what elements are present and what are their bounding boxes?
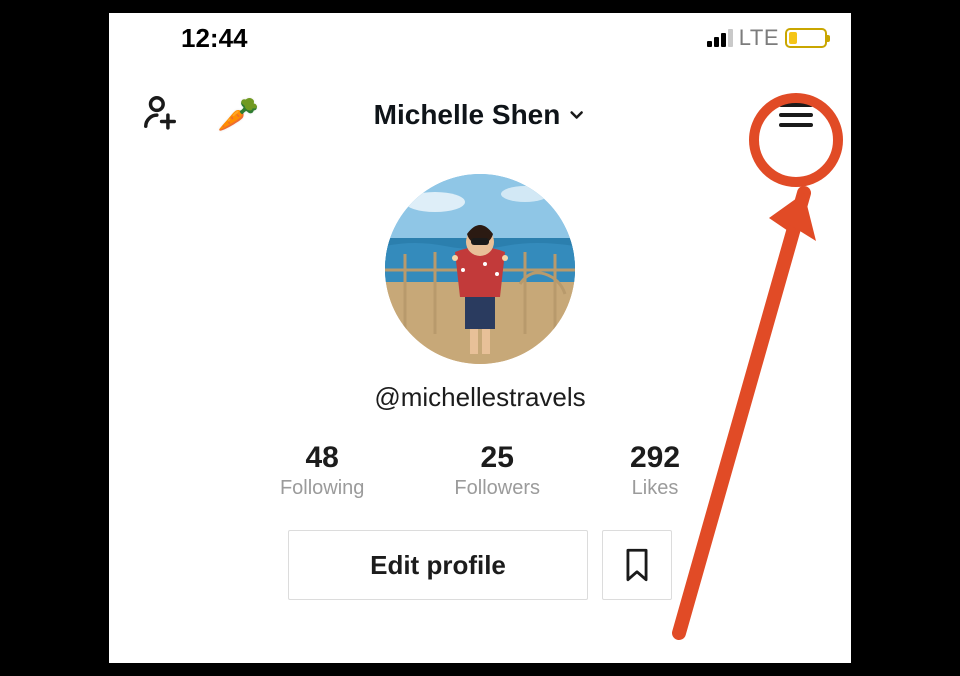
profile-name-dropdown[interactable]: Michelle Shen — [374, 99, 587, 131]
add-friend-button[interactable] — [141, 93, 179, 136]
status-bar: 12:44 LTE — [109, 13, 851, 63]
rewards-icon[interactable]: 🥕 — [217, 98, 259, 132]
add-person-icon — [141, 93, 179, 131]
stat-following-value: 48 — [280, 441, 364, 475]
avatar-illustration — [385, 174, 575, 364]
stat-followers-value: 25 — [454, 441, 540, 475]
stat-followers[interactable]: 25 Followers — [454, 441, 540, 500]
chevron-down-icon — [566, 105, 586, 125]
cellular-signal-icon — [707, 29, 733, 47]
profile-stats: 48 Following 25 Followers 292 Likes — [109, 441, 851, 500]
stat-likes-value: 292 — [630, 441, 680, 475]
stat-followers-label: Followers — [454, 477, 540, 500]
profile-header: 🥕 Michelle Shen — [109, 63, 851, 146]
stat-following-label: Following — [280, 477, 364, 500]
avatar[interactable] — [385, 174, 575, 364]
phone-screen: 12:44 LTE 🥕 Michelle Sh — [109, 13, 851, 663]
battery-icon — [785, 28, 827, 48]
bookmark-icon — [623, 548, 651, 582]
network-label: LTE — [739, 25, 779, 51]
stat-likes[interactable]: 292 Likes — [630, 441, 680, 500]
menu-button[interactable] — [779, 103, 813, 127]
stat-following[interactable]: 48 Following — [280, 441, 364, 500]
status-right: LTE — [707, 25, 827, 51]
profile-actions: Edit profile — [109, 530, 851, 600]
edit-profile-button[interactable]: Edit profile — [288, 530, 588, 600]
status-time: 12:44 — [181, 23, 248, 54]
stat-likes-label: Likes — [630, 477, 680, 500]
profile-display-name: Michelle Shen — [374, 99, 561, 131]
avatar-section — [109, 174, 851, 364]
bookmark-button[interactable] — [602, 530, 672, 600]
profile-handle: @michellestravels — [109, 382, 851, 413]
